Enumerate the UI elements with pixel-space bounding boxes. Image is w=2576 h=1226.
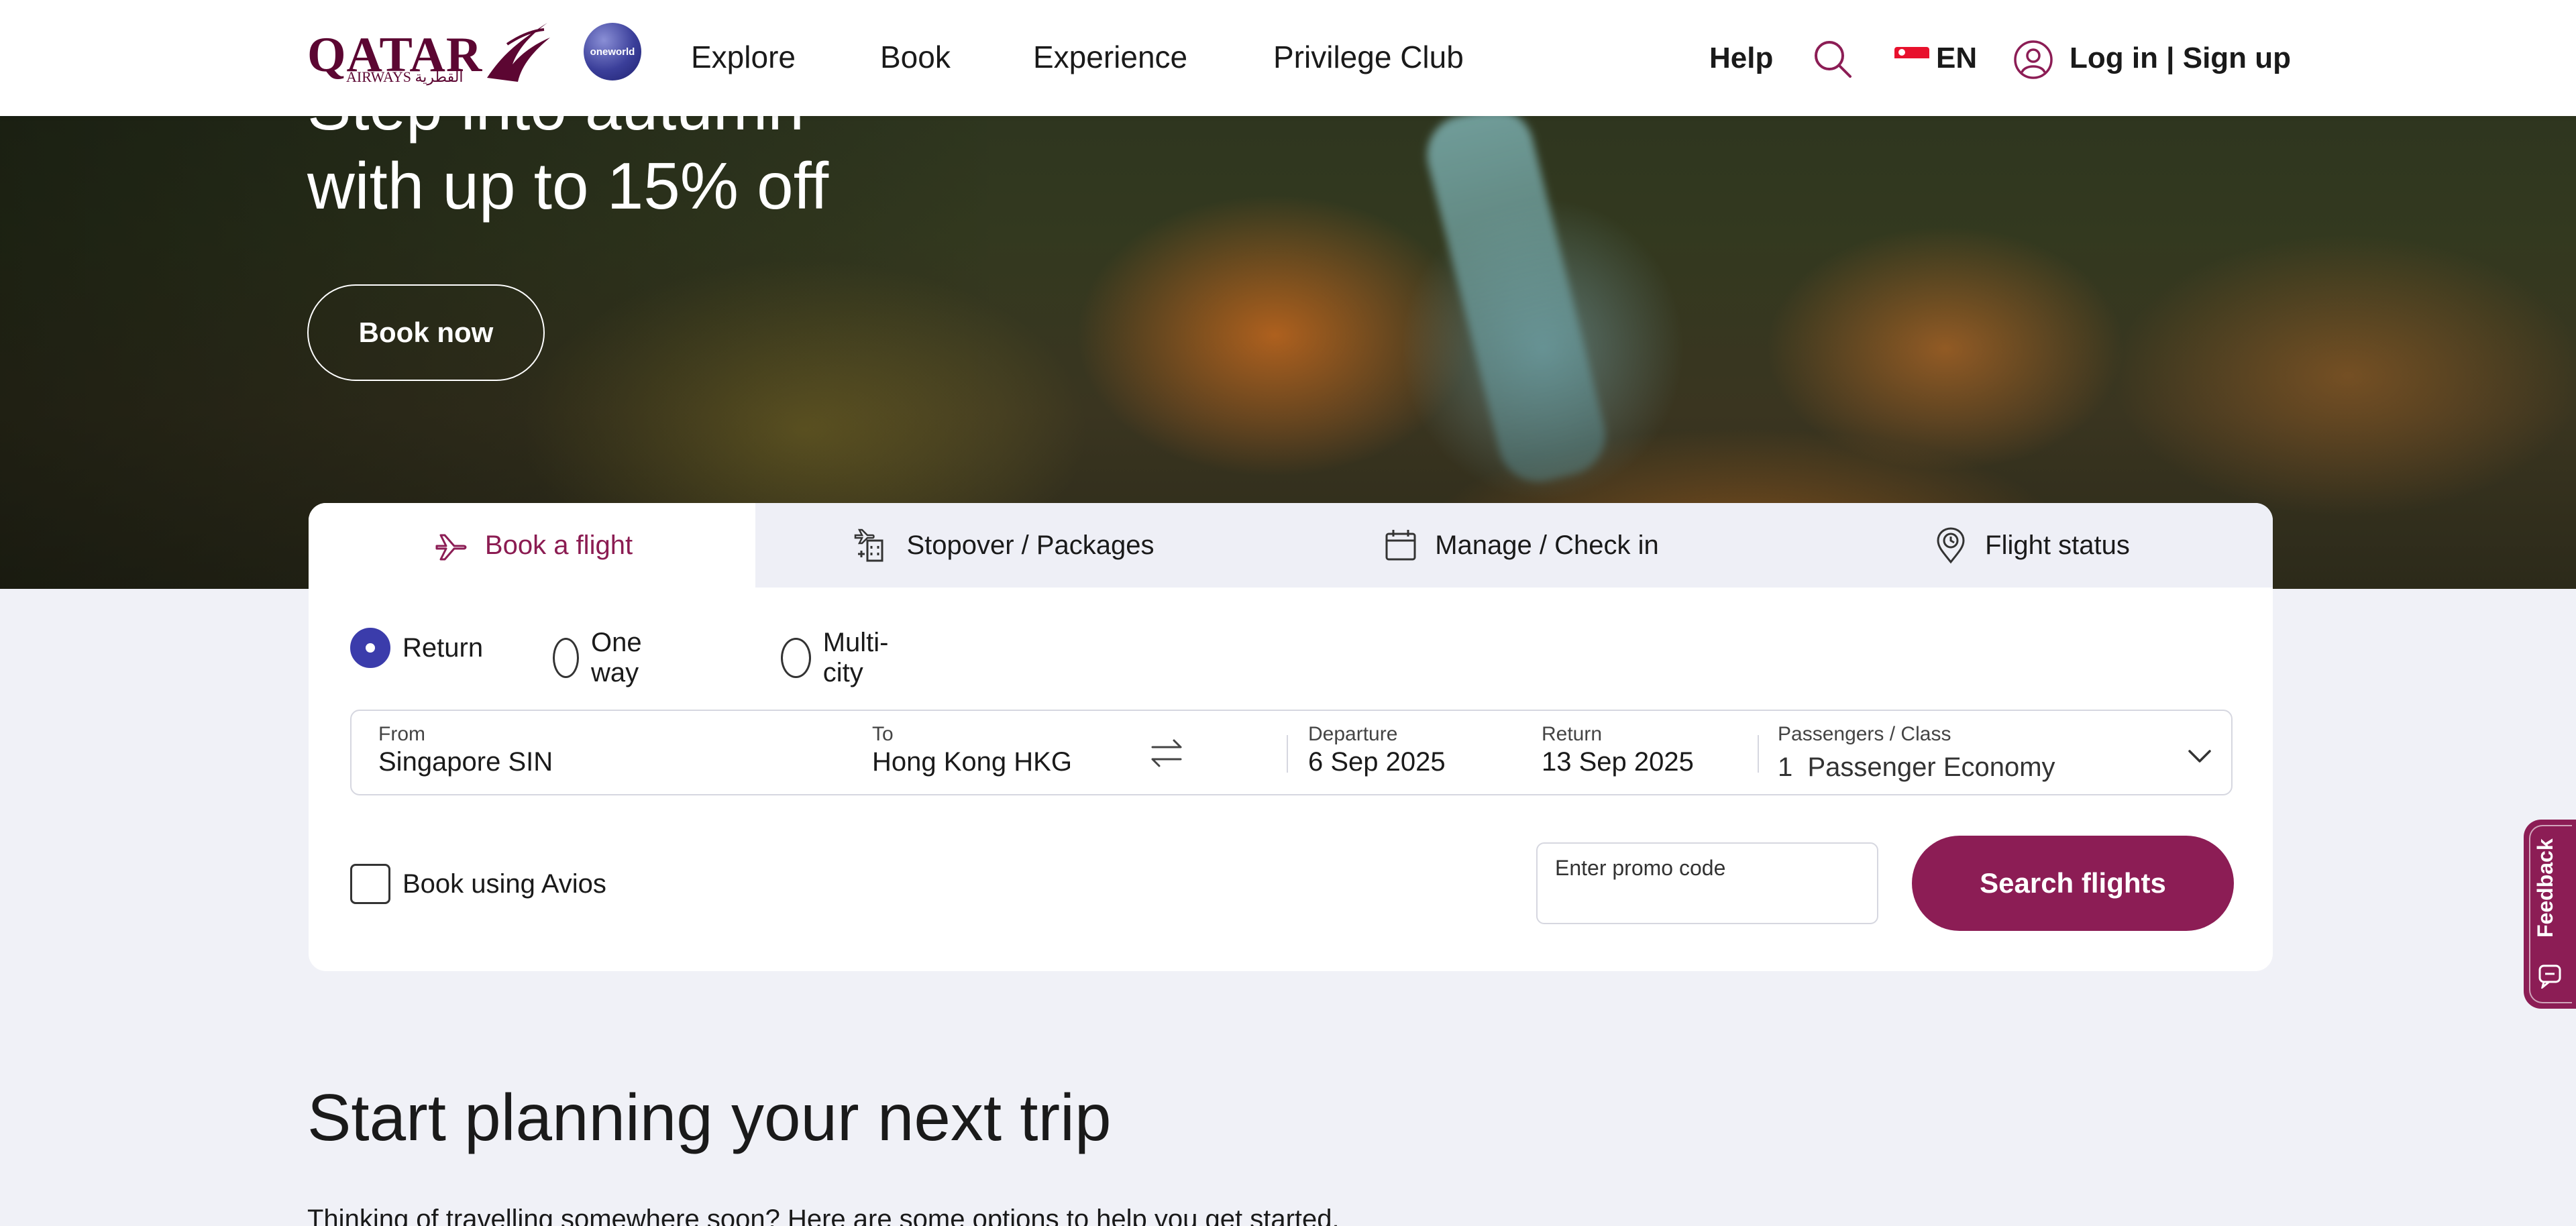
radio-indicator[interactable] xyxy=(781,638,811,678)
chevron-down-icon[interactable] xyxy=(2183,739,2216,773)
nav-privilege-club[interactable]: Privilege Club xyxy=(1273,39,1464,75)
book-now-button[interactable]: Book now xyxy=(307,284,545,381)
radio-multi-city[interactable]: Multi-city xyxy=(781,628,899,688)
departure-label: Departure xyxy=(1308,723,1398,745)
avios-label: Book using Avios xyxy=(402,869,606,899)
singapore-flag-icon[interactable] xyxy=(1894,47,1929,70)
tab-flight-status[interactable]: Flight status xyxy=(1788,503,2273,588)
tab-label: Book a flight xyxy=(484,530,633,560)
tab-stopover-packages[interactable]: Stopover / Packages xyxy=(755,503,1252,588)
search-icon[interactable] xyxy=(1811,38,1854,80)
qatar-airways-logo[interactable]: QATAR AIRWAYS القطرية xyxy=(307,17,550,87)
language-selector[interactable]: EN xyxy=(1936,42,1977,75)
return-value[interactable]: 13 Sep 2025 xyxy=(1542,747,1694,777)
hero-river-decoration xyxy=(1418,99,1614,491)
oryx-logo-icon xyxy=(487,23,550,82)
from-field[interactable]: From Singapore SIN xyxy=(378,711,794,797)
radio-indicator[interactable] xyxy=(553,638,580,678)
feedback-label: Feedback xyxy=(2533,838,2557,938)
plane-icon xyxy=(435,534,467,561)
feedback-chat-icon xyxy=(2538,964,2561,989)
site-header: QATAR AIRWAYS القطرية oneworld Explore B… xyxy=(0,0,2576,116)
radio-label: Multi-city xyxy=(822,628,889,687)
radio-label: One way xyxy=(591,628,642,687)
location-clock-icon xyxy=(1937,527,1965,564)
nav-experience[interactable]: Experience xyxy=(1033,39,1187,75)
logo-subtext: AIRWAYS القطرية xyxy=(346,68,464,85)
tab-label: Manage / Check in xyxy=(1435,530,1659,560)
avios-checkbox[interactable] xyxy=(350,864,390,904)
passengers-value[interactable]: 1 Passenger Economy xyxy=(1778,753,2055,783)
tab-book-a-flight[interactable]: Book a flight xyxy=(309,503,755,588)
tab-manage-check-in[interactable]: Manage / Check in xyxy=(1252,503,1788,588)
help-link[interactable]: Help xyxy=(1709,42,1773,75)
hotel-plane-icon xyxy=(855,528,883,562)
from-value[interactable]: Singapore SIN xyxy=(378,747,553,777)
booking-panel: Book a flight Stopover / Packages Manage… xyxy=(309,503,2273,971)
departure-value[interactable]: 6 Sep 2025 xyxy=(1308,747,1446,777)
promo-code-input[interactable] xyxy=(1554,885,1862,916)
radio-label: Return xyxy=(402,632,484,663)
radio-one-way[interactable]: One way xyxy=(553,628,656,688)
search-flights-button[interactable]: Search flights xyxy=(1912,836,2234,931)
feedback-tab[interactable]: Feedback xyxy=(2524,820,2576,1009)
calendar-icon xyxy=(1385,530,1416,561)
departure-field[interactable]: Departure 6 Sep 2025 xyxy=(1308,711,1523,797)
to-field[interactable]: To Hong Kong HKG xyxy=(872,711,1275,797)
field-divider xyxy=(1287,735,1288,773)
tab-label: Flight status xyxy=(1985,530,2130,560)
return-field[interactable]: Return 13 Sep 2025 xyxy=(1542,711,1756,797)
radio-return[interactable]: Return xyxy=(350,628,483,668)
section-subtitle: Thinking of travelling somewhere soon? H… xyxy=(307,1205,1340,1226)
radio-indicator[interactable] xyxy=(350,628,390,668)
book-using-avios-option[interactable]: Book using Avios xyxy=(350,864,606,904)
nav-explore[interactable]: Explore xyxy=(691,39,796,75)
flight-search-bar: From Singapore SIN To Hong Kong HKG Depa… xyxy=(350,710,2233,795)
oneworld-alliance-icon[interactable]: oneworld xyxy=(584,23,641,80)
promo-code-label: Enter promo code xyxy=(1555,856,1726,880)
nav-book[interactable]: Book xyxy=(880,39,951,75)
to-value[interactable]: Hong Kong HKG xyxy=(872,747,1072,777)
passengers-label: Passengers / Class xyxy=(1778,723,1951,745)
login-signup-link[interactable]: Log in | Sign up xyxy=(2070,42,2291,75)
promo-code-field[interactable]: Enter promo code xyxy=(1536,842,1878,924)
section-title: Start planning your next trip xyxy=(307,1080,1112,1154)
booking-tabs: Book a flight Stopover / Packages Manage… xyxy=(309,503,2273,588)
from-label: From xyxy=(378,723,425,745)
tab-label: Stopover / Packages xyxy=(906,530,1155,560)
user-icon[interactable] xyxy=(2012,39,2054,80)
return-label: Return xyxy=(1542,723,1603,745)
passengers-class-field[interactable]: Passengers / Class 1 Passenger Economy xyxy=(1778,711,2180,797)
field-divider xyxy=(1758,735,1759,773)
to-label: To xyxy=(872,723,894,745)
